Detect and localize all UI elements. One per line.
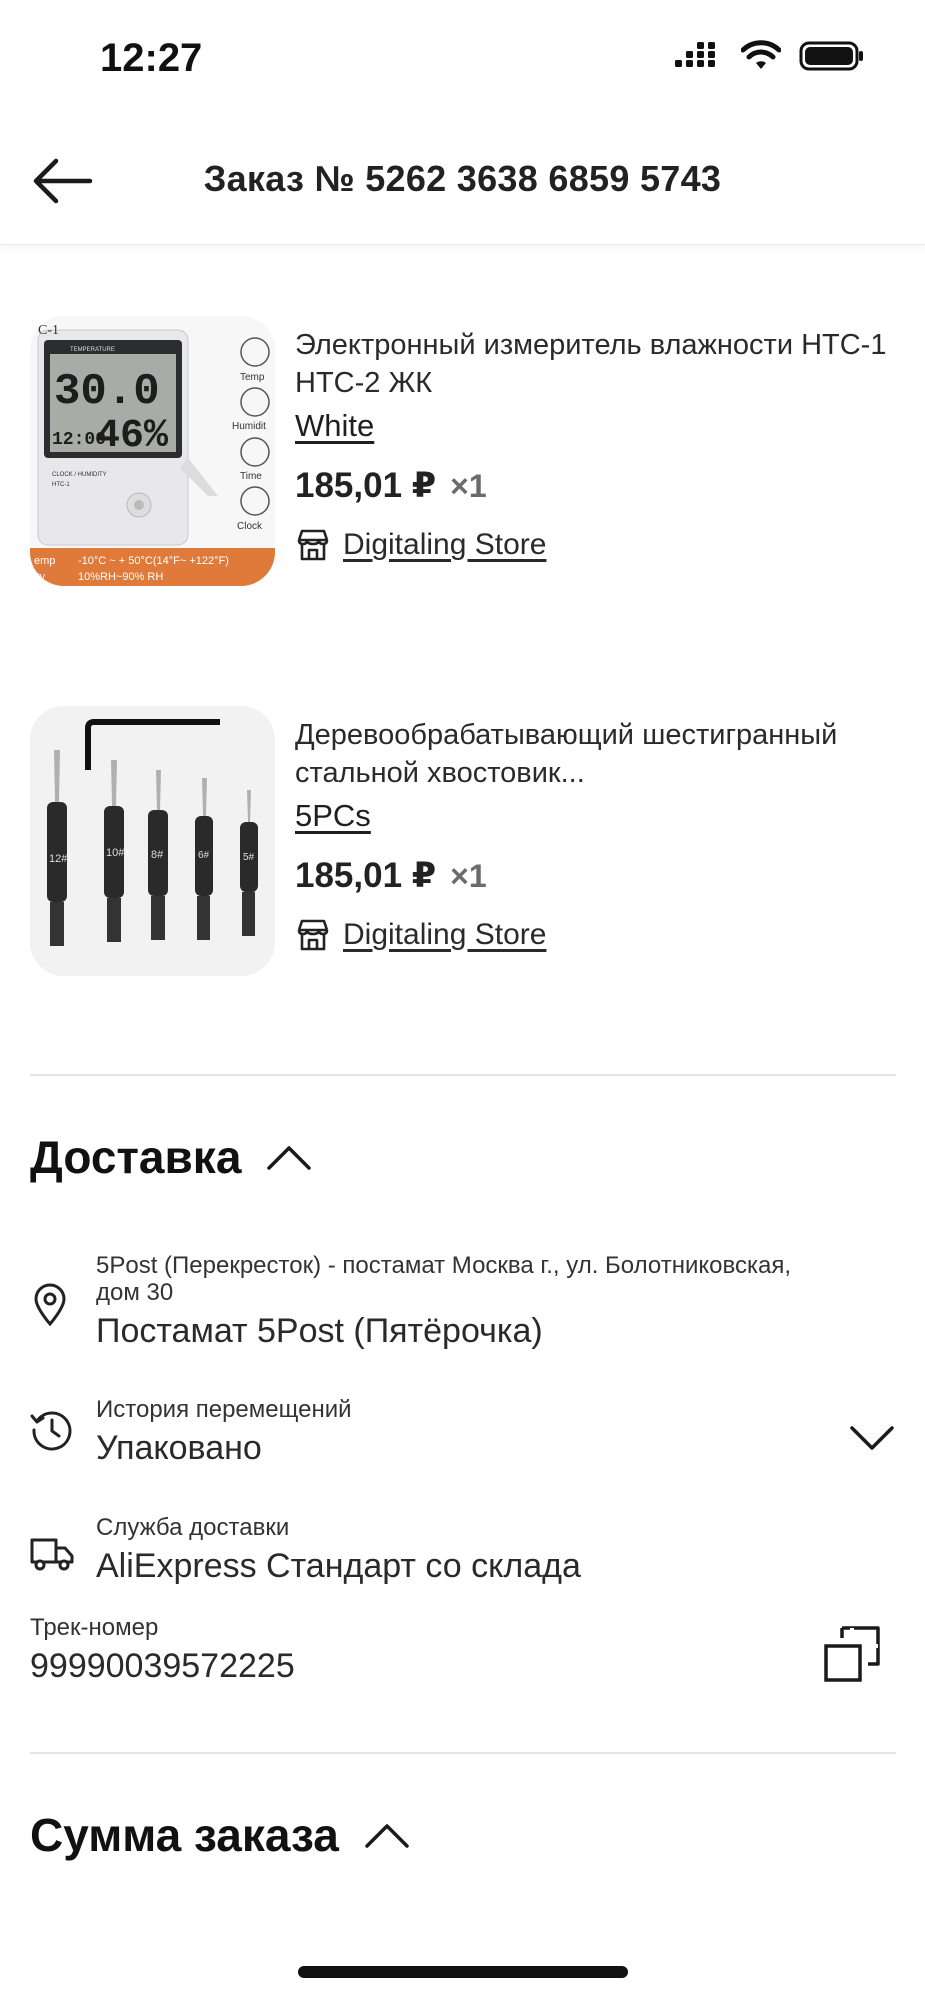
product-price: 185,01 ₽ <box>295 466 437 505</box>
svg-text:Clock: Clock <box>237 521 263 532</box>
tracking-number: Трек-номер 99990039572225 <box>30 1614 896 1704</box>
divider <box>30 1074 896 1076</box>
store-icon <box>297 529 329 561</box>
store-link[interactable]: Digitaling Store <box>295 528 895 562</box>
product-price: 185,01 ₽ <box>295 856 437 895</box>
delivery-service: Служба доставки AliExpress Стандарт со с… <box>30 1514 896 1598</box>
copy-icon[interactable] <box>822 1624 882 1684</box>
home-indicator <box>298 1966 628 1978</box>
svg-text:30.0: 30.0 <box>54 367 160 417</box>
svg-text:Time: Time <box>240 471 262 482</box>
location-pin-icon <box>34 1283 66 1327</box>
chevron-up-icon <box>365 1824 409 1848</box>
track-label: Трек-номер <box>30 1614 159 1641</box>
header: Заказ № 5262 3638 6859 5743 <box>0 118 925 245</box>
page-title: Заказ № 5262 3638 6859 5743 <box>203 158 722 199</box>
svg-text:12#: 12# <box>49 853 68 865</box>
svg-text:Humidit: Humidit <box>232 421 266 432</box>
store-icon <box>297 919 329 951</box>
svg-text:46%: 46% <box>96 414 169 459</box>
cellular-signal-icon <box>675 42 715 67</box>
svg-text:-10°C ~ + 50°C(14°F~ +122°F): -10°C ~ + 50°C(14°F~ +122°F) <box>78 555 229 567</box>
product-image-hygrometer[interactable]: C-1 TEMPERATURE 30.0 12:00 46% CLOCK / H… <box>30 316 275 586</box>
svg-text:8#: 8# <box>151 849 164 861</box>
tracking-history-toggle[interactable]: История перемещений Упаковано <box>30 1396 896 1480</box>
product-quantity: ×1 <box>450 468 487 504</box>
svg-text:ity: ity <box>34 571 46 583</box>
product-variant-link[interactable]: 5PCs <box>295 798 371 834</box>
svg-text:6#: 6# <box>198 850 210 861</box>
battery-icon <box>799 41 863 71</box>
svg-text:emp: emp <box>34 555 55 567</box>
track-value[interactable]: 99990039572225 <box>30 1647 295 1686</box>
product-title[interactable]: Электронный измеритель влажности HTC-1 H… <box>295 326 895 402</box>
history-icon <box>30 1411 72 1451</box>
address-detail: 5Post (Перекресток) - постамат Москва г.… <box>96 1252 792 1306</box>
service-value: AliExpress Стандарт со склада <box>96 1547 581 1585</box>
svg-text:HTC-1: HTC-1 <box>52 482 70 488</box>
divider <box>30 1752 896 1754</box>
chevron-up-icon <box>267 1146 312 1170</box>
delivery-section-toggle[interactable]: Доставка <box>30 1130 313 1184</box>
store-name[interactable]: Digitaling Store <box>343 528 546 562</box>
delivery-title: Доставка <box>30 1131 242 1183</box>
order-item[interactable]: C-1 TEMPERATURE 30.0 12:00 46% CLOCK / H… <box>30 316 900 591</box>
summary-title: Сумма заказа <box>30 1809 339 1861</box>
product-info: Деревообрабатывающий шестигранный стальн… <box>295 716 895 952</box>
delivery-address: 5Post (Перекресток) - постамат Москва г.… <box>30 1252 896 1352</box>
hygrometer-image: C-1 TEMPERATURE 30.0 12:00 46% CLOCK / H… <box>30 316 275 586</box>
svg-text:10#: 10# <box>106 847 125 859</box>
history-label: История перемещений <box>96 1396 352 1423</box>
chevron-down-icon[interactable] <box>848 1424 896 1454</box>
svg-text:5#: 5# <box>243 852 255 863</box>
service-label: Служба доставки <box>96 1514 290 1541</box>
store-link[interactable]: Digitaling Store <box>295 918 895 952</box>
svg-text:CLOCK / HUMIDITY: CLOCK / HUMIDITY <box>52 472 107 478</box>
address-title: Постамат 5Post (Пятёрочка) <box>96 1312 543 1350</box>
price-row: 185,01 ₽ ×1 <box>295 856 895 896</box>
price-row: 185,01 ₽ ×1 <box>295 466 895 506</box>
status-icons <box>675 40 865 72</box>
product-variant-link[interactable]: White <box>295 408 374 444</box>
store-name[interactable]: Digitaling Store <box>343 918 546 952</box>
svg-text:10%RH~90% RH: 10%RH~90% RH <box>78 571 163 583</box>
truck-icon <box>30 1538 74 1571</box>
order-item[interactable]: 12# 10# 8# 6# 5# Деревообрабатывающий ше… <box>30 706 900 981</box>
summary-section-toggle[interactable]: Сумма заказа <box>30 1808 411 1862</box>
svg-text:TEMPERATURE: TEMPERATURE <box>70 347 115 353</box>
status-time: 12:27 <box>100 36 203 80</box>
drill-bits-image: 12# 10# 8# 6# 5# <box>30 706 275 976</box>
product-info: Электронный измеритель влажности HTC-1 H… <box>295 326 895 562</box>
product-title[interactable]: Деревообрабатывающий шестигранный стальн… <box>295 716 895 792</box>
svg-text:C-1: C-1 <box>38 323 59 338</box>
wifi-icon <box>741 40 781 69</box>
history-value: Упаковано <box>96 1429 262 1467</box>
product-image-drill-bits[interactable]: 12# 10# 8# 6# 5# <box>30 706 275 976</box>
svg-text:Temp: Temp <box>240 372 265 383</box>
product-quantity: ×1 <box>450 858 487 894</box>
